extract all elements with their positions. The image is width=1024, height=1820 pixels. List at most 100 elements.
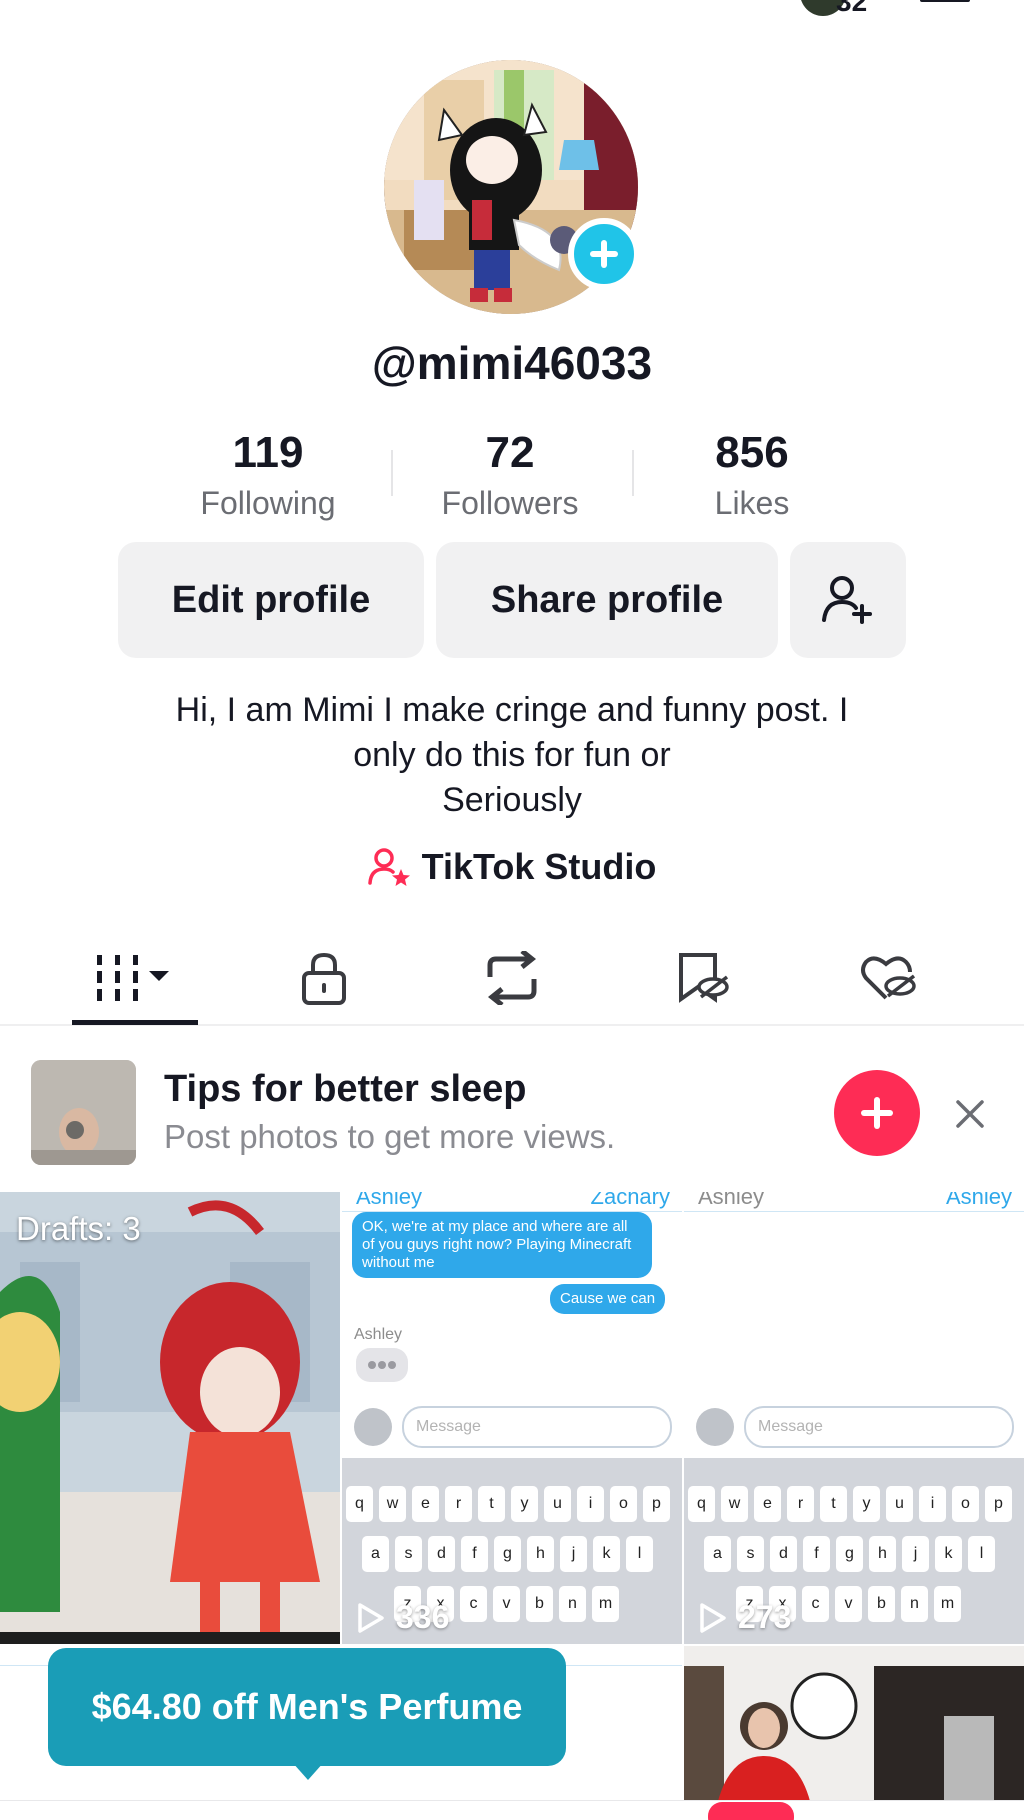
keyboard-key: y (511, 1486, 538, 1522)
stat-value: 72 (485, 428, 535, 477)
plus-icon (861, 1097, 893, 1129)
message-input: Message (744, 1406, 1014, 1448)
typing-name: Ashley (354, 1326, 403, 1343)
keyboard-key: e (412, 1486, 439, 1522)
keyboard-key: y (853, 1486, 880, 1522)
keyboard-key: j (902, 1536, 929, 1572)
keyboard-key: b (526, 1586, 553, 1622)
keyboard-key: h (527, 1536, 554, 1572)
add-avatar-button[interactable] (568, 218, 640, 290)
keyboard-key: t (820, 1486, 847, 1522)
dismiss-tip-button[interactable] (952, 1096, 988, 1132)
video-tile[interactable]: Ashley Ashley Message qwertyuiop asdfghj… (684, 1192, 1024, 1644)
chat-header: Ashley Zachary (342, 1192, 682, 1212)
keyboard-key: n (559, 1586, 586, 1622)
grid-icon (97, 955, 169, 1001)
chat-name-right: Zachary (590, 1192, 670, 1209)
keyboard-key: q (688, 1486, 715, 1522)
tab-private[interactable] (259, 944, 389, 1012)
stat-label: Likes (714, 485, 790, 521)
typing-dots-icon (368, 1361, 396, 1369)
keyboard-key: o (952, 1486, 979, 1522)
close-icon (956, 1100, 984, 1128)
tab-favorites[interactable] (638, 944, 768, 1012)
tip-card[interactable]: Tips for better sleep Post photos to get… (0, 1030, 1024, 1190)
repost-icon (487, 951, 537, 1005)
promo-banner[interactable]: $64.80 off Men's Perfume (48, 1648, 566, 1766)
keyboard-key: m (934, 1586, 961, 1622)
stat-following[interactable]: 119 Following (148, 428, 388, 528)
keyboard-key: r (787, 1486, 814, 1522)
keyboard-row-1: qwertyuiop (346, 1486, 670, 1522)
stat-likes[interactable]: 856 Likes (632, 428, 872, 528)
keyboard-key: w (721, 1486, 748, 1522)
keyboard-key: k (593, 1536, 620, 1572)
hand-photo-image (31, 1060, 136, 1165)
promo-pointer (292, 1762, 324, 1780)
keyboard-key: i (919, 1486, 946, 1522)
lock-icon (302, 952, 346, 1005)
bio-line: Seriously (442, 781, 582, 819)
keyboard-key: l (626, 1536, 653, 1572)
keyboard-key: i (577, 1486, 604, 1522)
plus-icon (590, 240, 618, 268)
keyboard-key: f (803, 1536, 830, 1572)
chat-bubble: OK, we're at my place and where are all … (352, 1212, 652, 1278)
tab-liked[interactable] (824, 944, 954, 1012)
keyboard-key: a (362, 1536, 389, 1572)
keyboard-key: c (802, 1586, 829, 1622)
tiktok-studio-link[interactable]: TikTok Studio (0, 846, 1024, 888)
keyboard-key: e (754, 1486, 781, 1522)
video-thumbnail-image (684, 1646, 1024, 1820)
profile-bio: Hi, I am Mimi I make cringe and funny po… (80, 688, 944, 823)
view-count: 336 (356, 1599, 449, 1636)
drafts-video-tile[interactable]: Drafts: 3 (0, 1192, 340, 1644)
keyboard-key: n (901, 1586, 928, 1622)
keyboard-key: l (968, 1536, 995, 1572)
keyboard-key: v (493, 1586, 520, 1622)
keyboard-key: r (445, 1486, 472, 1522)
keyboard-key: u (886, 1486, 913, 1522)
bookmark-hidden-icon (679, 953, 729, 1003)
tab-reposts[interactable] (447, 944, 577, 1012)
chat-name-right: Ashley (945, 1192, 1012, 1209)
message-input: Message (402, 1406, 672, 1448)
active-tab-indicator (72, 1020, 198, 1025)
keyboard-key: t (478, 1486, 505, 1522)
keyboard-row-1: qwertyuiop (688, 1486, 1012, 1522)
drafts-thumbnail-image (0, 1192, 340, 1644)
share-profile-button[interactable]: Share profile (436, 542, 778, 658)
stat-followers[interactable]: 72 Followers (390, 428, 630, 528)
menu-icon[interactable] (920, 0, 970, 4)
keyboard-key: d (770, 1536, 797, 1572)
chat-header: Ashley Ashley (684, 1192, 1024, 1212)
keyboard-key: q (346, 1486, 373, 1522)
keyboard-row-2: asdfghjkl (362, 1536, 653, 1572)
video-tile[interactable] (684, 1646, 1024, 1820)
edit-profile-button[interactable]: Edit profile (118, 542, 424, 658)
view-count: 273 (698, 1599, 791, 1636)
keyboard-key: b (868, 1586, 895, 1622)
view-count-value: 336 (396, 1599, 450, 1635)
typing-indicator (356, 1348, 408, 1382)
chat-bubble: Cause we can (550, 1284, 666, 1314)
video-tile[interactable]: Ashley Zachary OK, we're at my place and… (342, 1192, 682, 1644)
post-photo-button[interactable] (834, 1070, 920, 1156)
send-icon (354, 1408, 392, 1446)
tab-videos[interactable] (70, 944, 200, 1012)
stat-value: 856 (715, 428, 789, 477)
keyboard-key: m (592, 1586, 619, 1622)
chat-name-left: Ashley (698, 1192, 765, 1209)
add-friends-button[interactable] (790, 542, 906, 658)
bottom-navigation (0, 1800, 1024, 1820)
play-icon (700, 1602, 726, 1633)
profile-stats: 119 Following 72 Followers 856 Likes (148, 428, 878, 528)
profile-avatar-container[interactable] (384, 60, 640, 314)
keyboard-key: o (610, 1486, 637, 1522)
keyboard-key: p (643, 1486, 670, 1522)
keyboard-key: s (395, 1536, 422, 1572)
stat-label: Following (200, 485, 336, 521)
keyboard-key: w (379, 1486, 406, 1522)
tip-thumbnail (31, 1060, 136, 1165)
heart-hidden-icon (861, 956, 916, 1000)
